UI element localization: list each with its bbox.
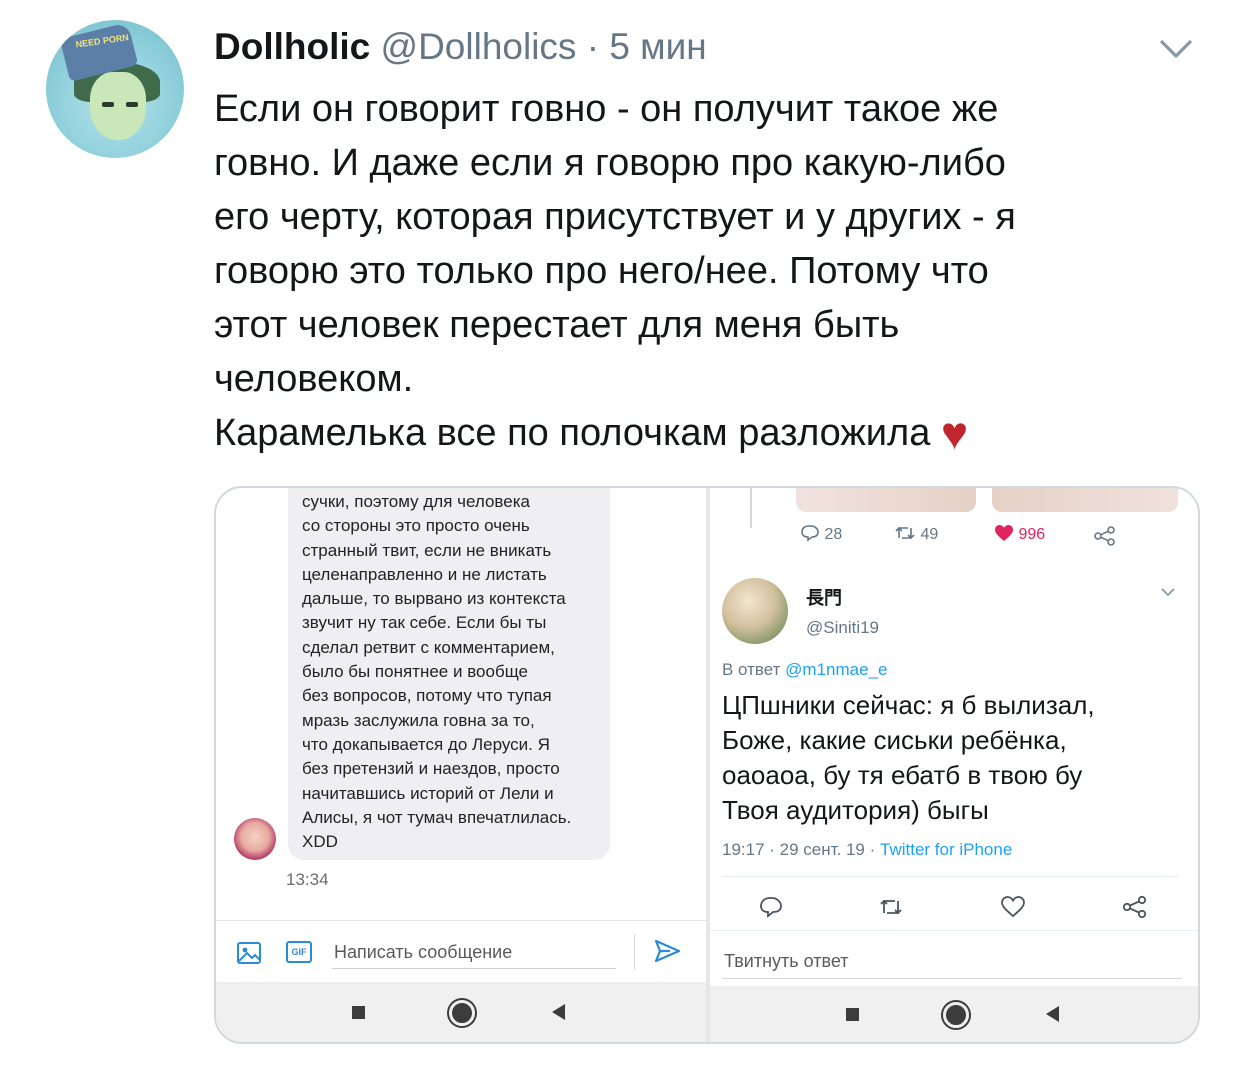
twitter-screenshot: 28 49 996 長門 @Siniti19 В ответ @m1nmae_e… [710,488,1198,1042]
author-name[interactable]: Dollholic [214,26,370,67]
chevron-down-icon[interactable] [1160,586,1176,598]
reply-icon[interactable] [758,894,784,920]
reply-count[interactable]: 28 [800,524,842,544]
share-icon[interactable] [1122,894,1148,920]
in-reply-to-link[interactable]: @m1nmae_e [785,660,887,679]
in-reply-prefix: В ответ [722,660,786,679]
tweet-header: Dollholic @Dollholics · 5 мин [214,24,707,70]
reply-author-avatar[interactable] [722,578,788,644]
retweet-icon [895,526,915,540]
send-icon[interactable] [652,936,682,966]
like-count-value: 996 [1018,526,1046,543]
tweet-text: Если он говорит говно - он получит такое… [214,88,1016,454]
in-reply-to: В ответ @m1nmae_e [722,660,887,680]
reply-author-handle[interactable]: @Siniti19 [806,618,879,638]
android-nav-bar [710,986,1198,1042]
tweet-media[interactable]: сучки, поэтому для человека со стороны э… [214,486,1200,1044]
header-separator: · [586,26,600,67]
divider [216,920,706,921]
like-count[interactable]: 996 [994,524,1045,544]
reply-meta: 19:17 · 29 сент. 19 · Twitter for iPhone [722,840,1012,860]
retweet-count-value: 49 [920,526,939,543]
heart-emoji: ♥ [940,407,969,459]
home-button[interactable] [943,1002,969,1028]
gif-icon[interactable]: GIF [286,941,312,963]
chat-avatar [234,818,276,860]
photo-thumbnail [992,488,1178,512]
thread-line [750,488,752,528]
retweet-count[interactable]: 49 [894,524,938,544]
retweet-icon[interactable] [878,894,904,920]
tweet-timestamp[interactable]: 5 мин [609,26,706,67]
reply-icon [801,525,819,542]
home-button[interactable] [449,1000,475,1026]
reply-author-name[interactable]: 長門 [806,584,842,610]
avatar-eye [102,102,114,107]
divider [722,876,1178,877]
image-icon[interactable] [236,940,262,966]
reply-timestamp: 19:17 · 29 сент. 19 · [722,840,880,859]
reply-text: ЦПшники сейчас: я б вылизал, Боже, какие… [722,690,1095,825]
reply-input[interactable] [722,944,1182,979]
divider [634,934,635,970]
recents-button[interactable] [352,1006,365,1019]
reply-count-value: 28 [824,526,843,543]
avatar-cap-text: NEED PORN [74,32,130,50]
author-handle[interactable]: @Dollholics [381,26,577,67]
message-input[interactable] [332,936,616,969]
chevron-down-icon[interactable] [1156,30,1196,70]
reply-source-link[interactable]: Twitter for iPhone [880,840,1012,859]
back-button[interactable] [1046,1006,1059,1022]
recents-button[interactable] [846,1008,859,1021]
share-icon[interactable] [1094,526,1116,546]
android-nav-bar [216,982,706,1042]
chat-screenshot: сучки, поэтому для человека со стороны э… [216,488,706,1042]
heart-icon[interactable] [1000,894,1026,920]
message-text: сучки, поэтому для человека со стороны э… [302,492,572,852]
back-button[interactable] [552,1004,565,1020]
author-avatar[interactable]: NEED PORN [46,20,184,158]
tweet-body: Если он говорит говно - он получит такое… [214,82,1204,460]
divider [710,930,1198,931]
photo-thumbnail [796,488,976,512]
avatar-eye [126,102,138,107]
message-time: 13:34 [286,870,329,889]
heart-filled-icon [995,525,1013,541]
